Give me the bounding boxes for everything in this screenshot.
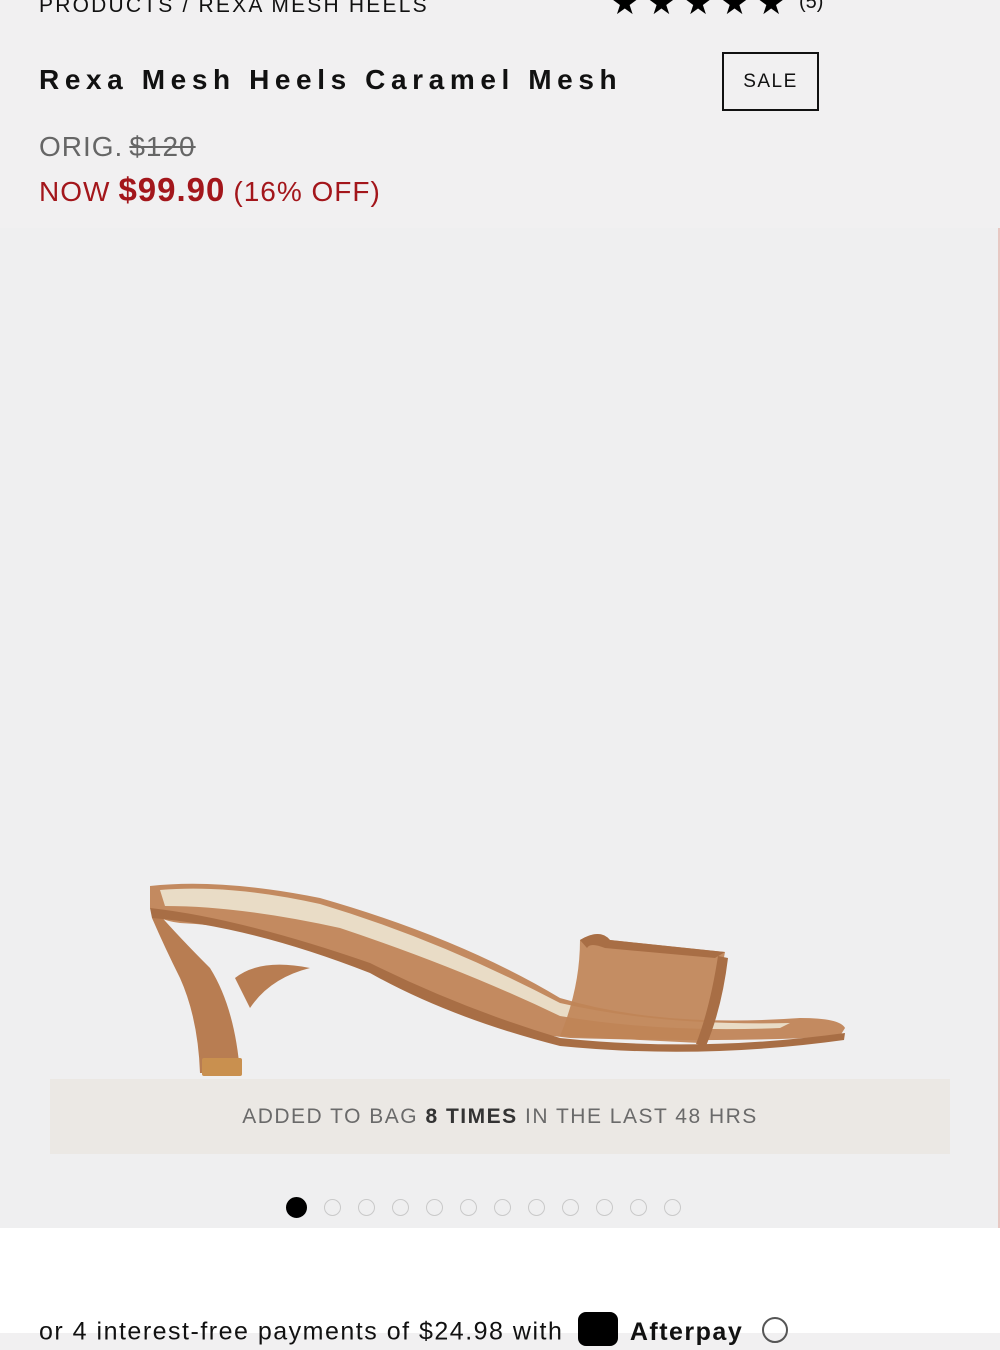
carousel-dot[interactable] xyxy=(426,1199,443,1216)
original-price: ORIG. $120 xyxy=(39,131,196,163)
breadcrumb[interactable]: PRODUCTS / REXA MESH HEELS xyxy=(39,0,429,18)
product-image-gallery[interactable]: ADDED TO BAG 8 TIMES IN THE LAST 48 HRS xyxy=(0,228,1000,1228)
carousel-dot[interactable] xyxy=(392,1199,409,1216)
carousel-dot[interactable] xyxy=(494,1199,511,1216)
product-image[interactable] xyxy=(140,868,860,1078)
carousel-dot[interactable] xyxy=(664,1199,681,1216)
orig-label: ORIG. xyxy=(39,131,124,162)
banner-count: 8 TIMES xyxy=(425,1104,518,1128)
social-proof-banner: ADDED TO BAG 8 TIMES IN THE LAST 48 HRS xyxy=(50,1079,950,1154)
carousel-dot[interactable] xyxy=(324,1199,341,1216)
carousel-dot[interactable] xyxy=(596,1199,613,1216)
afterpay-text: or 4 interest-free payments of $24.98 wi… xyxy=(39,1317,564,1346)
discount-label: (16% OFF) xyxy=(233,176,381,207)
afterpay-logo-icon xyxy=(577,1312,618,1346)
carousel-dots[interactable] xyxy=(286,1197,681,1218)
now-price-value: $99.90 xyxy=(118,171,226,208)
banner-prefix: ADDED TO BAG xyxy=(242,1104,419,1128)
orig-price-value: $120 xyxy=(129,131,196,162)
sale-badge: SALE xyxy=(722,52,819,111)
star-icon: ★ xyxy=(719,0,750,21)
carousel-dot[interactable] xyxy=(630,1199,647,1216)
carousel-dot[interactable] xyxy=(358,1199,375,1216)
sale-price: NOW $99.90 (16% OFF) xyxy=(39,171,381,209)
star-icon: ★ xyxy=(756,0,786,21)
carousel-dot[interactable] xyxy=(286,1197,307,1218)
product-title: Rexa Mesh Heels Caramel Mesh xyxy=(39,64,623,95)
carousel-dot[interactable] xyxy=(562,1199,579,1216)
carousel-dot[interactable] xyxy=(460,1199,477,1216)
afterpay-name: Afterpay xyxy=(629,1317,744,1346)
star-icon: ★ xyxy=(646,0,677,21)
afterpay-message: or 4 interest-free payments of $24.98 wi… xyxy=(39,1312,788,1350)
info-icon[interactable] xyxy=(761,1317,788,1343)
star-icon: ★ xyxy=(610,0,640,21)
review-count[interactable]: (5) xyxy=(799,0,823,14)
rating[interactable]: ★ ★ ★ ★ ★ (5) xyxy=(610,0,823,19)
star-icon: ★ xyxy=(683,0,713,21)
banner-suffix: IN THE LAST 48 HRS xyxy=(525,1104,758,1128)
now-label: NOW xyxy=(39,176,111,207)
carousel-dot[interactable] xyxy=(528,1199,545,1216)
